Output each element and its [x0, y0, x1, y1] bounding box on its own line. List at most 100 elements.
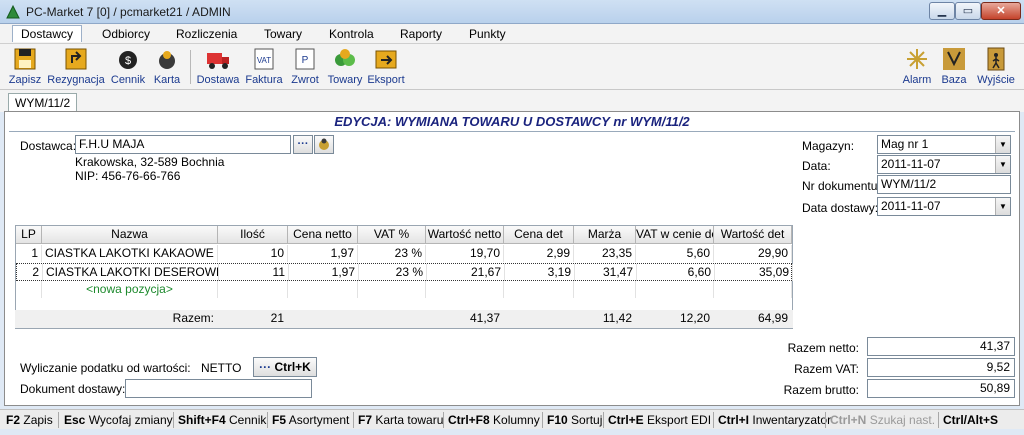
- save-button[interactable]: Zapisz: [8, 46, 42, 86]
- goods-button[interactable]: Towary: [326, 46, 364, 86]
- total-net-label: Razem netto:: [787, 341, 859, 355]
- exit-button[interactable]: Wyjście: [974, 46, 1018, 86]
- column-header-vat-w-cenie-det[interactable]: VAT w cenie det: [636, 226, 714, 244]
- new-position-link[interactable]: <nowa pozycja>: [42, 281, 218, 298]
- document-number-label: Nr dokumentu:: [802, 179, 881, 193]
- delivery-document-label: Dokument dostawy:: [20, 382, 126, 396]
- supplier-label: Dostawca:: [20, 139, 77, 153]
- invoice-button[interactable]: VAT Faktura: [244, 46, 284, 86]
- column-header-marza[interactable]: Marża: [574, 226, 636, 244]
- menu-bar: Dostawcy Odbiorcy Rozliczenia Towary Kon…: [0, 24, 1024, 44]
- cancel-icon: [65, 48, 87, 70]
- document-tabstrip: WYM/11/2: [0, 90, 1024, 112]
- status-bar: F2 Zapis Esc Wycofaj zmiany Shift+F4 Cen…: [0, 409, 1024, 429]
- warehouse-label: Magazyn:: [802, 139, 855, 153]
- menu-towary[interactable]: Towary: [264, 27, 302, 41]
- table-summary-row: Razem: 21 41,37 11,42 12,20 64,99: [15, 310, 793, 328]
- database-icon: [943, 48, 965, 70]
- delivery-date-label: Data dostawy:: [802, 201, 879, 215]
- column-header-cena-netto[interactable]: Cena netto: [288, 226, 358, 244]
- svg-text:$: $: [125, 55, 131, 67]
- total-net-field: 41,37: [867, 337, 1015, 356]
- app-logo-icon: [6, 5, 20, 19]
- menu-dostawcy[interactable]: Dostawcy: [12, 25, 83, 42]
- database-button[interactable]: Baza: [938, 46, 970, 86]
- invoice-vat-icon: VAT: [254, 48, 274, 70]
- summary-label: Razem:: [172, 311, 214, 325]
- delivery-document-field[interactable]: [125, 379, 312, 398]
- shortcut-product-card[interactable]: F7 Karta towaru: [358, 413, 443, 427]
- warehouse-select[interactable]: Mag nr 1 ▼: [877, 135, 1011, 154]
- svg-text:VAT: VAT: [257, 56, 271, 65]
- chevron-down-icon: ▼: [995, 136, 1010, 153]
- menu-kontrola[interactable]: Kontrola: [329, 27, 374, 41]
- new-position-row[interactable]: <nowa pozycja>: [16, 281, 792, 299]
- column-header-cena-det[interactable]: Cena det: [504, 226, 574, 244]
- card-button[interactable]: Karta: [150, 46, 184, 86]
- document-number-field[interactable]: WYM/11/2: [877, 175, 1011, 194]
- goods-icon: [335, 49, 355, 66]
- cancel-button[interactable]: Rezygnacja: [46, 46, 106, 86]
- exit-door-icon: [987, 47, 1005, 71]
- tax-mode-button[interactable]: ··· Ctrl+K: [253, 357, 317, 377]
- supplier-nip: NIP: 456-76-66-766: [75, 169, 181, 183]
- toolbar: Zapisz Rezygnacja $ Cennik Karta Dostawa…: [0, 44, 1024, 90]
- close-button[interactable]: ✕: [981, 2, 1021, 20]
- supplier-card-icon: [319, 138, 329, 150]
- supplier-address: Krakowska, 32-589 Bochnia: [75, 155, 225, 169]
- delivery-truck-icon: [207, 53, 229, 69]
- export-icon: [375, 50, 397, 69]
- supplier-field[interactable]: F.H.U MAJA: [75, 135, 291, 154]
- supplier-more-button[interactable]: ···: [293, 135, 313, 154]
- shortcut-columns[interactable]: Ctrl+F8 Kolumny: [448, 413, 540, 427]
- toolbar-separator: [190, 50, 191, 84]
- maximize-button[interactable]: ▭: [955, 2, 981, 20]
- shortcut-sort[interactable]: F10 Sortuj: [547, 413, 602, 427]
- shortcut-export-edi[interactable]: Ctrl+E Eksport EDI: [608, 413, 711, 427]
- supplier-card-button[interactable]: [314, 135, 334, 154]
- card-icon: [159, 51, 175, 69]
- column-header-vat[interactable]: VAT %: [358, 226, 426, 244]
- delivery-button[interactable]: Dostawa: [195, 46, 241, 86]
- total-gross-field: 50,89: [867, 379, 1015, 398]
- price-list-button[interactable]: $ Cennik: [108, 46, 148, 86]
- shortcut-inventory[interactable]: Ctrl+I Inwentaryzator: [718, 413, 831, 427]
- price-list-icon: $: [119, 51, 137, 69]
- export-button[interactable]: Eksport: [366, 46, 406, 86]
- tax-calc-value: NETTO: [201, 361, 242, 375]
- shortcut-save[interactable]: F2 Zapis: [6, 413, 53, 427]
- shortcut-cancel[interactable]: Esc Wycofaj zmiany: [64, 413, 173, 427]
- tax-calc-label: Wyliczanie podatku od wartości:: [20, 361, 191, 375]
- summary-vat: 12,20: [679, 311, 710, 325]
- column-header-wartosc-det[interactable]: Wartość det: [714, 226, 792, 244]
- menu-odbiorcy[interactable]: Odbiorcy: [102, 27, 150, 41]
- save-icon: [14, 48, 36, 70]
- alarm-button[interactable]: Alarm: [900, 46, 934, 86]
- return-button[interactable]: P Zwrot: [288, 46, 322, 86]
- shortcut-price-list[interactable]: Shift+F4 Cennik: [178, 413, 266, 427]
- column-header-lp[interactable]: LP: [16, 226, 42, 244]
- date-label: Data:: [802, 159, 831, 173]
- column-header-nazwa[interactable]: Nazwa: [42, 226, 218, 244]
- shortcut-assortment[interactable]: F5 Asortyment: [272, 413, 349, 427]
- column-header-ilosc[interactable]: Ilość: [218, 226, 288, 244]
- menu-rozliczenia[interactable]: Rozliczenia: [176, 27, 237, 41]
- svg-text:P: P: [302, 55, 309, 66]
- tab-document[interactable]: WYM/11/2: [8, 93, 78, 112]
- menu-punkty[interactable]: Punkty: [469, 27, 506, 41]
- alarm-icon: [907, 49, 927, 69]
- table-row[interactable]: 2 CIASTKA LAKOTKI DESEROWE 11 1,97 23 % …: [16, 263, 793, 281]
- summary-margin: 11,42: [602, 311, 632, 325]
- menu-raporty[interactable]: Raporty: [400, 27, 442, 41]
- table-row[interactable]: 1 CIASTKA LAKOTKI KAKAOWE 1 10 1,97 23 %…: [16, 245, 792, 263]
- summary-quantity: 21: [270, 311, 284, 325]
- total-vat-field: 9,52: [867, 358, 1015, 377]
- column-header-wartosc-netto[interactable]: Wartość netto: [426, 226, 504, 244]
- chevron-down-icon: ▼: [995, 156, 1010, 173]
- delivery-date-select[interactable]: 2011-11-07 ▼: [877, 197, 1011, 216]
- minimize-button[interactable]: ▁: [929, 2, 955, 20]
- date-select[interactable]: 2011-11-07 ▼: [877, 155, 1011, 174]
- shortcut-find-next: Ctrl+N Szukaj nast.: [830, 413, 936, 427]
- shortcut-ctrl-alt-s[interactable]: Ctrl/Alt+S: [943, 413, 998, 427]
- total-gross-label: Razem brutto:: [783, 383, 859, 397]
